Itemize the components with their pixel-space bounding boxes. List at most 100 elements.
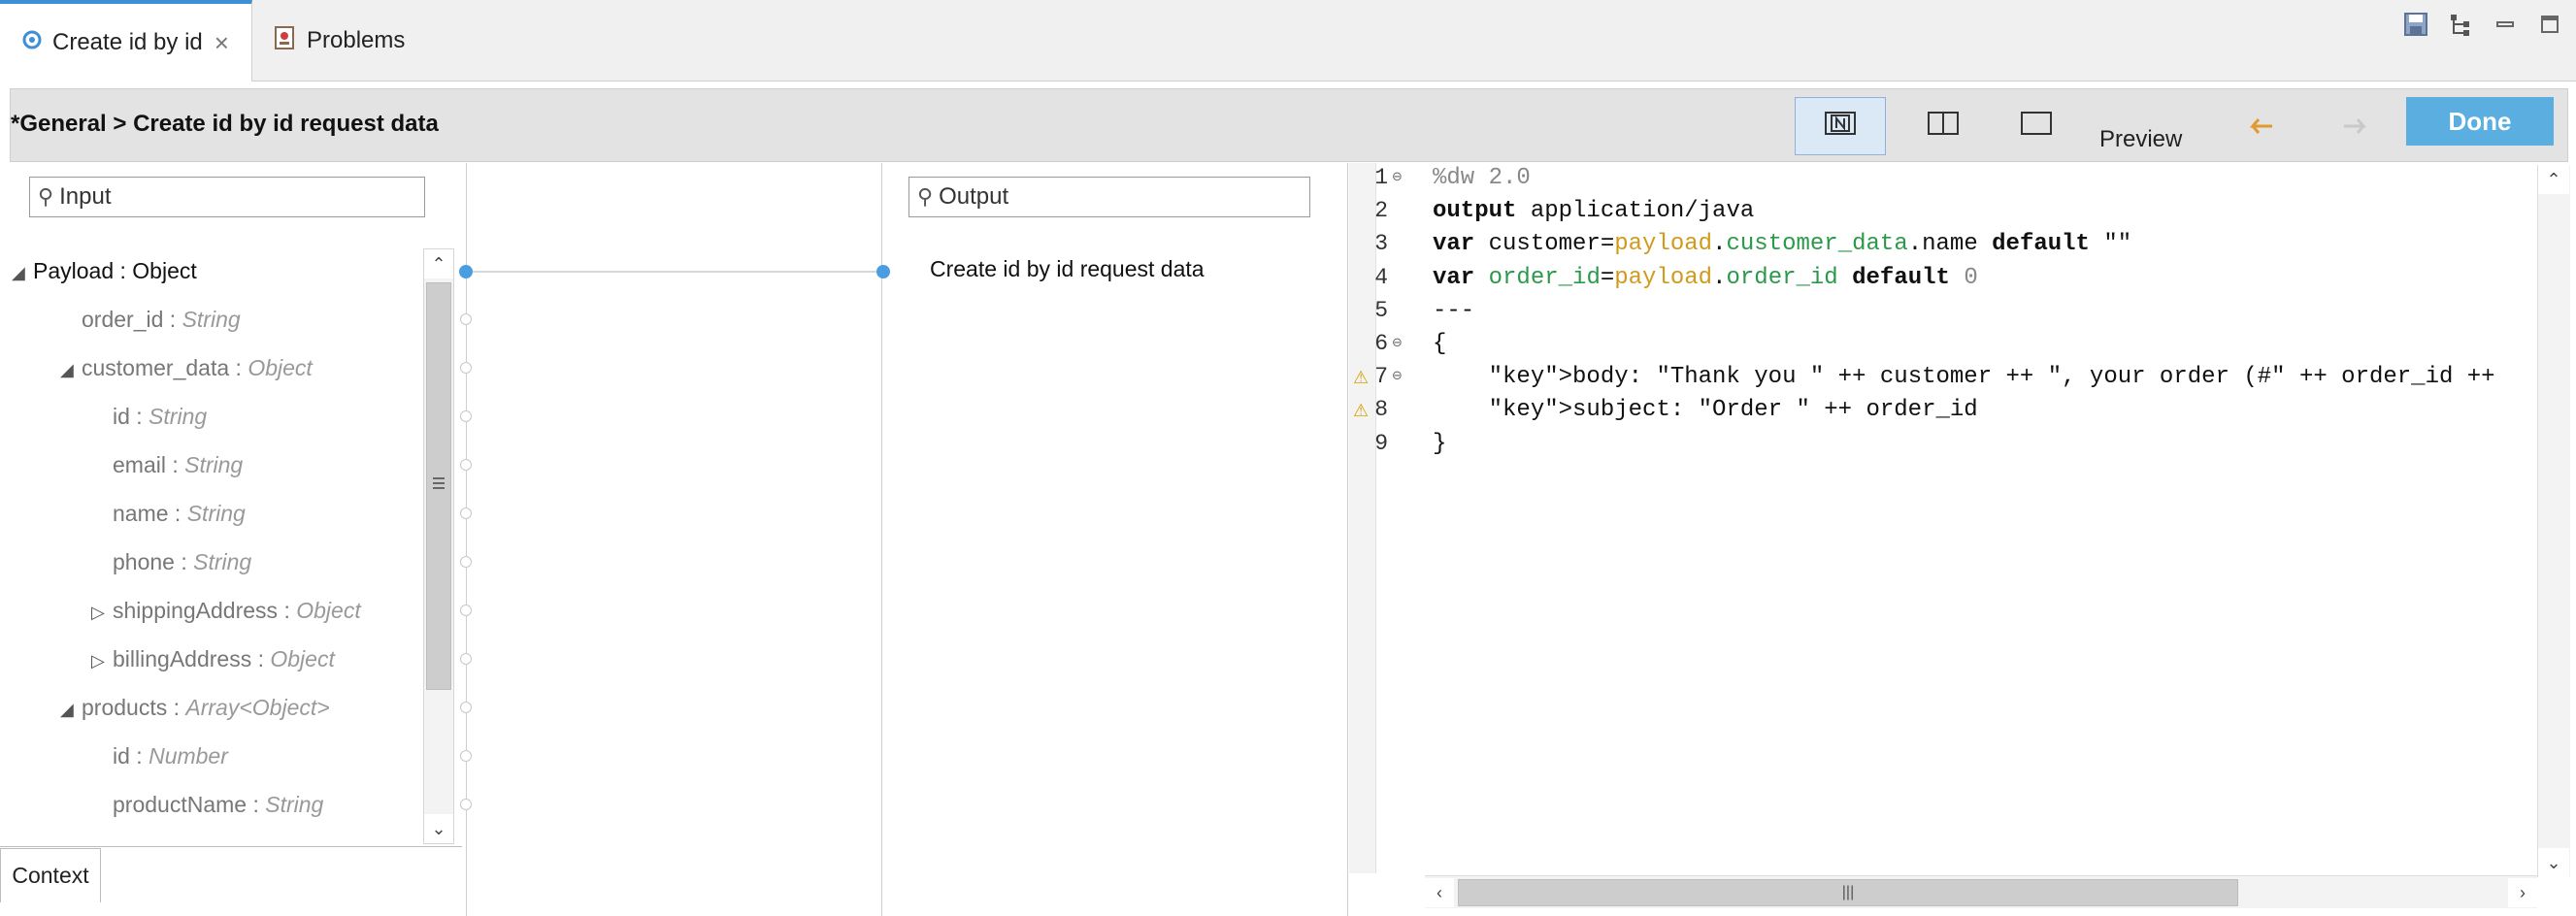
tree-node-separator: : — [163, 307, 182, 332]
n-view-icon — [1825, 111, 1856, 142]
line-number: 1 — [1374, 165, 1388, 190]
tree-node-separator: : — [229, 355, 248, 380]
connector-target-dot[interactable] — [876, 265, 890, 278]
connector-handle[interactable] — [460, 313, 472, 325]
mapping-connector[interactable] — [456, 262, 903, 281]
expand-triangle-icon[interactable]: ◢ — [60, 355, 82, 384]
code-line[interactable]: { — [1433, 331, 1446, 357]
done-button[interactable]: Done — [2406, 97, 2554, 146]
dataweave-code-editor[interactable]: 1 ⊖ %dw 2.0 2 output application/java 3 var cu… — [1349, 163, 2572, 873]
tree-node[interactable]: id : String — [113, 402, 207, 431]
tree-node-separator: : — [129, 404, 149, 429]
output-search-placeholder: Output — [939, 183, 1009, 210]
tree-node-separator: : — [174, 549, 194, 574]
dataweave-icon — [21, 29, 43, 57]
tree-node-type: String — [186, 501, 246, 526]
input-search-field[interactable]: ⚲ Input — [29, 177, 425, 217]
single-view-button[interactable] — [1991, 97, 2082, 155]
tab-create-id-by-id[interactable]: Create id by id × — [0, 0, 252, 82]
scroll-up-icon[interactable]: ⌃ — [424, 249, 453, 278]
redo-icon[interactable] — [2336, 109, 2375, 144]
editor-tab-bar: Create id by id × Problems — [0, 0, 2576, 82]
preview-button[interactable]: Preview — [2099, 126, 2182, 153]
collapsed-triangle-icon[interactable]: ▷ — [91, 598, 113, 627]
scroll-down-icon[interactable]: ⌄ — [424, 814, 453, 843]
code-line[interactable]: output application/java — [1433, 198, 1754, 224]
fold-toggle-icon[interactable]: ⊖ — [1392, 368, 1403, 383]
tree-node[interactable]: id : Number — [113, 741, 228, 770]
connector-source-dot[interactable] — [459, 265, 473, 278]
code-line[interactable]: --- — [1433, 298, 1474, 324]
search-icon: ⚲ — [38, 184, 54, 209]
code-line[interactable]: "key">body: "Thank you " ++ customer ++ … — [1433, 364, 2495, 390]
tree-node[interactable]: phone : String — [113, 547, 251, 576]
code-line[interactable]: %dw 2.0 — [1433, 165, 1531, 191]
tree-node-type: String — [184, 452, 244, 477]
tree-node[interactable]: productName : String — [113, 790, 323, 819]
tree-node-name: id — [113, 743, 130, 769]
tree-node-name: id — [113, 404, 130, 429]
tree-node[interactable]: order_id : String — [82, 305, 241, 334]
scrollbar-thumb[interactable] — [426, 282, 451, 690]
tree-node[interactable]: ▷ shippingAddress : Object — [91, 596, 361, 625]
connector-handle[interactable] — [460, 556, 472, 568]
tree-node-separator: : — [251, 646, 271, 671]
connector-handle[interactable] — [460, 750, 472, 762]
connector-handle[interactable] — [460, 653, 472, 665]
line-number: 2 — [1374, 198, 1388, 224]
scrollbar-thumb[interactable]: ||| — [1458, 879, 2238, 906]
scroll-right-icon[interactable]: › — [2508, 878, 2537, 907]
context-tab[interactable]: Context — [0, 848, 101, 902]
editor-vertical-scrollbar[interactable]: ⌃ ⌄ — [2537, 165, 2570, 877]
fold-toggle-icon[interactable]: ⊖ — [1392, 335, 1403, 350]
output-root-node[interactable]: Create id by id request data — [930, 256, 1205, 282]
scroll-down-icon[interactable]: ⌄ — [2538, 848, 2569, 877]
minimize-icon[interactable] — [2489, 8, 2522, 41]
line-number: 4 — [1374, 264, 1388, 290]
tree-node[interactable]: name : String — [113, 499, 246, 528]
tree-node-separator: : — [168, 501, 187, 526]
expand-triangle-icon[interactable]: ◢ — [60, 695, 82, 724]
close-icon[interactable]: × — [215, 28, 229, 58]
maximize-icon[interactable] — [2533, 8, 2566, 41]
tree-node-type: Object — [270, 646, 335, 671]
connector-handle[interactable] — [460, 362, 472, 374]
tree-node[interactable]: email : String — [113, 450, 243, 479]
tree-icon[interactable] — [2444, 8, 2477, 41]
input-tree-scrollbar[interactable]: ⌃ ⌄ — [423, 248, 454, 844]
connector-handle[interactable] — [460, 605, 472, 616]
code-line[interactable]: var customer=payload.customer_data.name … — [1433, 231, 2131, 257]
scroll-up-icon[interactable]: ⌃ — [2538, 165, 2569, 194]
breadcrumb[interactable]: *General > Create id by id request data — [11, 111, 439, 138]
scroll-left-icon[interactable]: ‹ — [1425, 878, 1454, 907]
tree-node[interactable]: ◢ Payload : Object — [12, 256, 197, 285]
connector-handle[interactable] — [460, 507, 472, 519]
connector-handle[interactable] — [460, 459, 472, 471]
mapping-toolbar: *General > Create id by id request data … — [10, 88, 2568, 162]
tree-node[interactable]: ◢ customer_data : Object — [60, 353, 313, 382]
tree-node[interactable]: ▷ billingAddress : Object — [91, 644, 335, 673]
n-view-button[interactable] — [1795, 97, 1886, 155]
warning-icon[interactable]: ⚠ — [1353, 368, 1369, 388]
editor-horizontal-scrollbar[interactable]: ‹ ||| › — [1425, 875, 2537, 908]
tree-node-separator: : — [165, 452, 185, 477]
connector-handle[interactable] — [460, 702, 472, 713]
connector-handle[interactable] — [460, 799, 472, 810]
split-view-button[interactable] — [1898, 97, 1989, 155]
warning-icon[interactable]: ⚠ — [1353, 401, 1369, 421]
code-line[interactable]: var order_id=payload.order_id default 0 — [1433, 265, 1978, 291]
panel-divider — [1347, 163, 1348, 916]
connector-handle[interactable] — [460, 410, 472, 422]
collapsed-triangle-icon[interactable]: ▷ — [91, 646, 113, 675]
code-line[interactable]: } — [1433, 431, 1446, 457]
fold-toggle-icon[interactable]: ⊖ — [1392, 169, 1403, 184]
tab-problems[interactable]: Problems — [262, 0, 427, 82]
output-search-field[interactable]: ⚲ Output — [908, 177, 1310, 217]
tree-node[interactable]: ◢ products : Array<Object> — [60, 693, 330, 722]
undo-icon[interactable] — [2241, 109, 2280, 144]
expand-triangle-icon[interactable]: ◢ — [12, 258, 33, 287]
line-number: 5 — [1374, 297, 1388, 323]
save-icon[interactable] — [2399, 8, 2432, 41]
code-line[interactable]: "key">subject: "Order " ++ order_id — [1433, 397, 1978, 423]
tree-node-name: Payload — [33, 258, 115, 283]
